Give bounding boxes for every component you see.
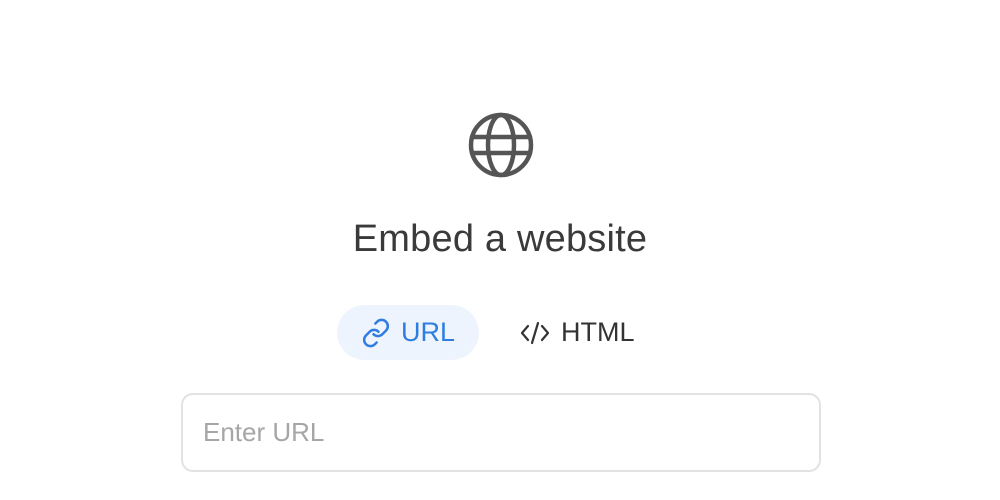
globe-icon	[468, 112, 534, 178]
tab-url[interactable]: URL	[337, 305, 479, 360]
url-input[interactable]	[181, 393, 821, 472]
embed-website-panel: Embed a website URL HTML	[0, 0, 1000, 500]
tab-html-label: HTML	[561, 317, 635, 347]
link-icon	[361, 318, 391, 348]
tab-html[interactable]: HTML	[479, 305, 635, 360]
code-icon	[519, 318, 551, 348]
tab-url-label: URL	[401, 317, 456, 347]
embed-mode-tabs: URL HTML	[337, 305, 635, 360]
dialog-title: Embed a website	[352, 218, 648, 260]
